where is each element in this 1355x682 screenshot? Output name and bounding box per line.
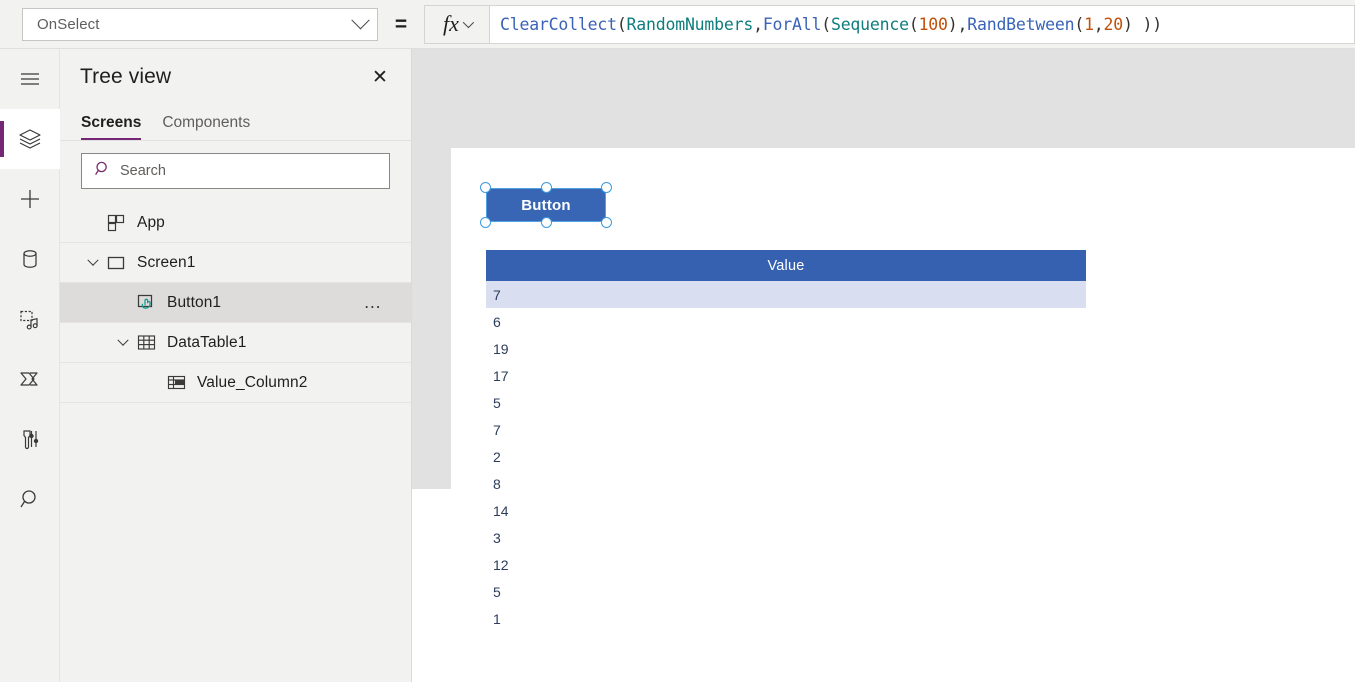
data-table-row[interactable]: 7 (486, 416, 1086, 443)
data-table-row[interactable]: 1 (486, 605, 1086, 632)
resize-handle-bottom-center[interactable] (541, 217, 552, 228)
formula-token-1: ( (617, 15, 627, 34)
chevron-down-icon (351, 11, 369, 29)
formula-token-3: , (753, 15, 763, 34)
data-table-body: 76191757281431251 (486, 281, 1086, 632)
data-table-row[interactable]: 14 (486, 497, 1086, 524)
data-table-row[interactable]: 8 (486, 470, 1086, 497)
power-automate-icon[interactable] (0, 349, 60, 409)
data-table-row[interactable]: 3 (486, 524, 1086, 551)
property-select-dropdown[interactable]: OnSelect (22, 8, 378, 41)
data-table-row[interactable]: 2 (486, 443, 1086, 470)
chevron-down-icon[interactable] (82, 243, 104, 282)
tree-twisty-spacer (82, 203, 104, 242)
formula-input[interactable]: ClearCollect( RandomNumbers, ForAll( Seq… (490, 5, 1355, 44)
formula-token-12: 1 (1084, 15, 1094, 34)
data-table-row[interactable]: 12 (486, 551, 1086, 578)
selected-button-container: Button (486, 188, 606, 222)
tree-item-button1[interactable]: Button1 … (60, 283, 411, 323)
tree-item-list: App Screen1 Button1 … DataTable1 Value_Column… (60, 203, 411, 403)
data-table-row[interactable]: 5 (486, 389, 1086, 416)
search-rail-icon[interactable] (0, 469, 60, 529)
tree-item-value_column2[interactable]: Value_Column2 (60, 363, 411, 403)
formula-token-0: ClearCollect (500, 15, 617, 34)
formula-token-13: , (1094, 15, 1104, 34)
tree-view-panel: Tree view ✕ Screens Components Search Ap… (60, 49, 412, 682)
tree-item-label: App (137, 214, 165, 232)
data-table-column-header[interactable]: Value (486, 250, 1086, 281)
tree-view-header: Tree view ✕ (60, 49, 411, 105)
formula-token-4: ForAll (763, 15, 821, 34)
tree-twisty-spacer (112, 283, 134, 322)
table-icon (134, 333, 158, 352)
formula-token-15: ) )) (1123, 15, 1162, 34)
formula-token-5: ( (821, 15, 831, 34)
data-table-row[interactable]: 6 (486, 308, 1086, 335)
formula-token-8: 100 (919, 15, 948, 34)
left-icon-rail (0, 49, 60, 682)
formula-token-14: 20 (1104, 15, 1123, 34)
data-table-row[interactable]: 19 (486, 335, 1086, 362)
tab-components[interactable]: Components (162, 114, 250, 140)
media-icon[interactable] (0, 289, 60, 349)
tree-item-screen1[interactable]: Screen1 (60, 243, 411, 283)
formula-bar: OnSelect = fx ClearCollect( RandomNumber… (0, 0, 1355, 49)
tree-item-more-button[interactable]: … (363, 283, 383, 322)
resize-handle-top-left[interactable] (480, 182, 491, 193)
formula-token-10: RandBetween (967, 15, 1074, 34)
formula-token-6: Sequence (831, 15, 909, 34)
panel-title: Tree view (80, 65, 367, 89)
search-icon (94, 160, 111, 182)
tree-item-label: Screen1 (137, 254, 195, 272)
hamburger-menu-icon[interactable] (0, 49, 60, 109)
canvas-area: Button Value 76191757281431251 (412, 49, 1355, 682)
tree-twisty-spacer (142, 363, 164, 402)
equals-sign: = (378, 14, 424, 35)
resize-handle-bottom-left[interactable] (480, 217, 491, 228)
app-icon (104, 214, 128, 232)
tree-search-container: Search (60, 141, 411, 199)
tree-item-app[interactable]: App (60, 203, 411, 243)
property-select-value: OnSelect (37, 16, 354, 33)
variables-icon[interactable] (0, 409, 60, 469)
data-table[interactable]: Value 76191757281431251 (486, 250, 1086, 632)
tree-view-tabs: Screens Components (60, 105, 411, 141)
formula-token-11: ( (1074, 15, 1084, 34)
chevron-down-icon (463, 17, 474, 28)
tree-item-datatable1[interactable]: DataTable1 (60, 323, 411, 363)
column-icon (164, 373, 188, 392)
search-placeholder: Search (120, 163, 166, 179)
resize-handle-top-right[interactable] (601, 182, 612, 193)
screen-icon (104, 254, 128, 272)
tree-view-icon[interactable] (0, 109, 60, 169)
data-table-row[interactable]: 17 (486, 362, 1086, 389)
app-screen-canvas[interactable]: Button Value 76191757281431251 (451, 148, 1355, 682)
tab-screens[interactable]: Screens (81, 114, 141, 140)
close-icon[interactable]: ✕ (367, 64, 393, 90)
tree-item-label: Button1 (167, 294, 221, 312)
button-icon (134, 293, 158, 312)
search-input[interactable]: Search (81, 153, 390, 189)
formula-token-2: RandomNumbers (627, 15, 754, 34)
tree-item-label: Value_Column2 (197, 374, 307, 392)
resize-handle-bottom-right[interactable] (601, 217, 612, 228)
data-table-row[interactable]: 7 (486, 281, 1086, 308)
formula-token-9: ), (948, 15, 967, 34)
tree-item-label: DataTable1 (167, 334, 246, 352)
insert-plus-icon[interactable] (0, 169, 60, 229)
resize-handle-top-center[interactable] (541, 182, 552, 193)
fx-icon: fx (443, 13, 459, 35)
chevron-down-icon[interactable] (112, 323, 134, 362)
formula-token-7: ( (909, 15, 919, 34)
data-table-row[interactable]: 5 (486, 578, 1086, 605)
data-sources-icon[interactable] (0, 229, 60, 289)
fx-function-button[interactable]: fx (424, 5, 490, 44)
